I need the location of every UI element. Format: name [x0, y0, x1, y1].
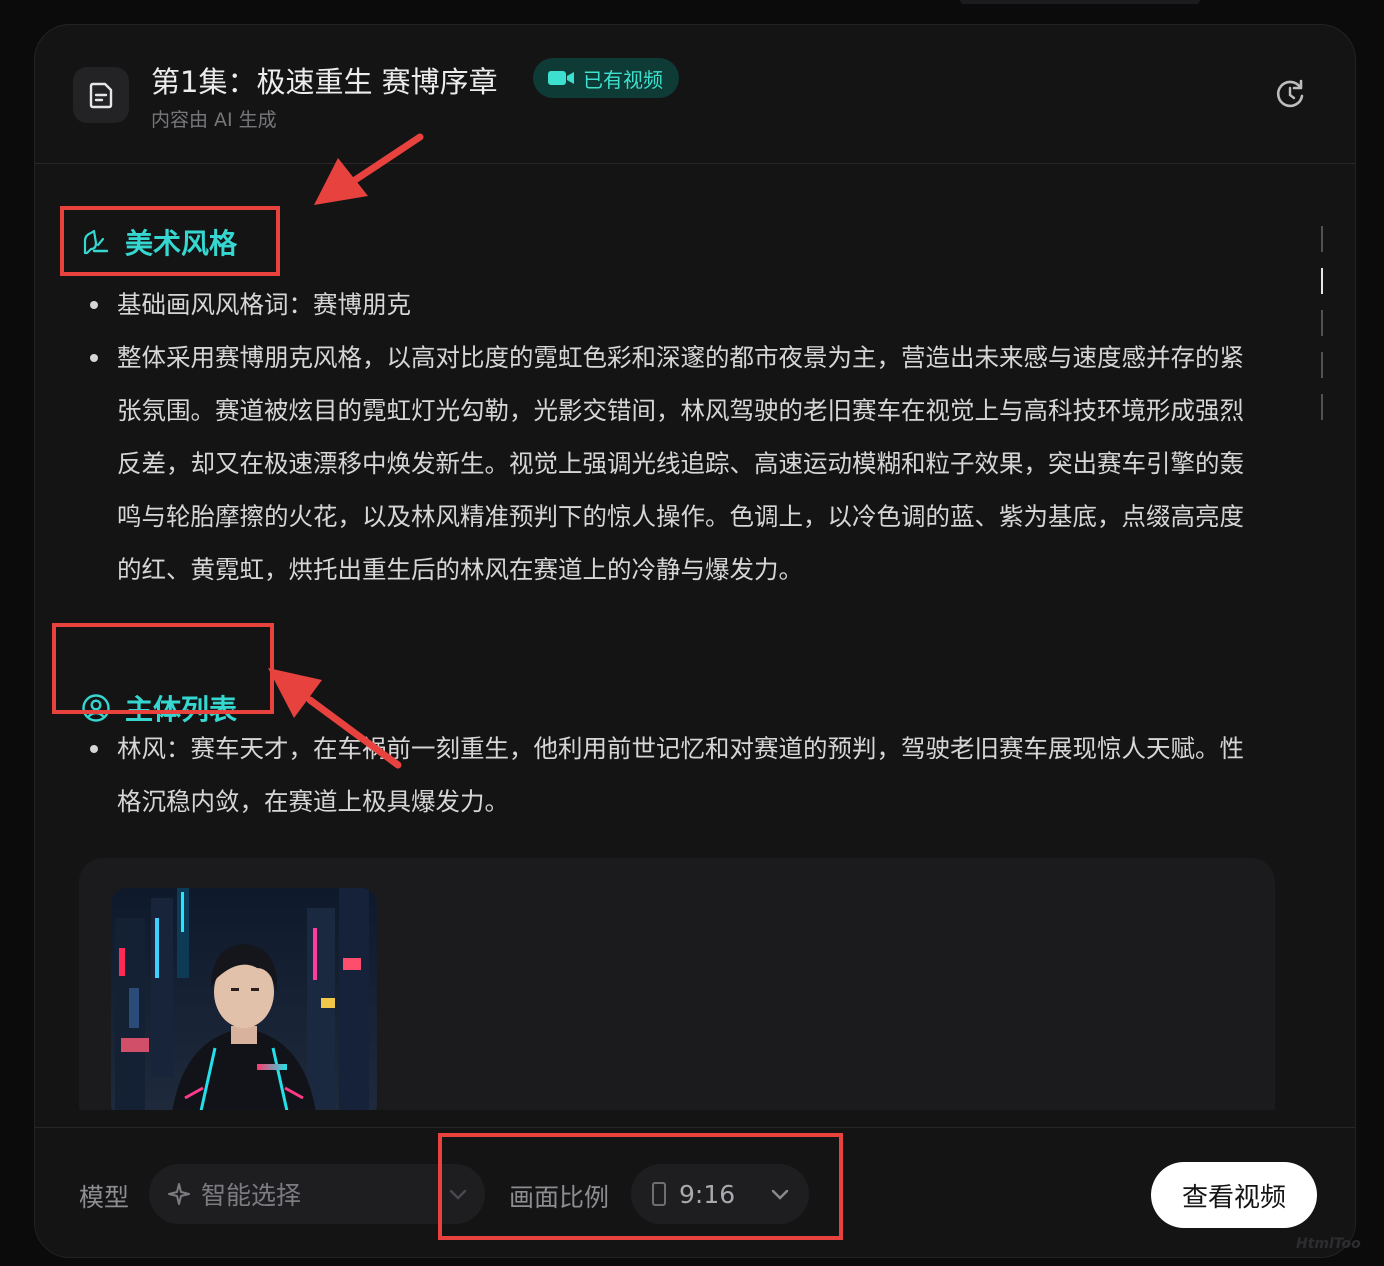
document-icon [73, 67, 129, 123]
list-item: 林风：赛车天才，在车祸前一刻重生，他利用前世记忆和对赛道的预判，驾驶老旧赛车展现… [83, 722, 1259, 828]
model-select-value: 智能选择 [201, 1181, 302, 1210]
list-item: 整体采用赛博朋克风格，以高对比度的霓虹色彩和深邃的都市夜景为主，营造出未来感与速… [83, 331, 1259, 596]
badge-label: 已有视频 [583, 67, 663, 92]
refresh-icon[interactable] [1273, 77, 1307, 111]
character-portrait-linfeng[interactable] [111, 888, 377, 1110]
model-label: 模型 [79, 1183, 130, 1212]
subject-image-panel [79, 858, 1275, 1110]
annotation-box-aspect-ratio [438, 1133, 843, 1240]
annotation-box-subject-list [52, 623, 274, 714]
subject-list: 林风：赛车天才，在车祸前一刻重生，他利用前世记忆和对赛道的预判，驾驶老旧赛车展现… [83, 722, 1259, 828]
watermark: HtmlToo [1296, 1236, 1361, 1252]
card-header: 第1集：极速重生 赛博序章 已有视频 内容由 AI 生成 [35, 25, 1355, 164]
video-ready-badge: 已有视频 [533, 58, 679, 98]
episode-title: 第1集：极速重生 赛博序章 [151, 65, 498, 99]
annotation-box-art-style [60, 206, 280, 276]
ai-generated-note: 内容由 AI 生成 [151, 109, 277, 131]
model-select[interactable]: 智能选择 [149, 1164, 485, 1224]
view-video-button[interactable]: 查看视频 [1151, 1162, 1317, 1228]
section-scroll-indicator[interactable] [1321, 226, 1325, 436]
art-style-list: 基础画风风格词：赛博朋克 整体采用赛博朋克风格，以高对比度的霓虹色彩和深邃的都市… [83, 278, 1259, 596]
list-item: 基础画风风格词：赛博朋克 [83, 278, 1259, 331]
video-camera-icon [548, 71, 574, 85]
top-edge-strip [960, 0, 1200, 4]
sparkle-icon [168, 1183, 190, 1205]
